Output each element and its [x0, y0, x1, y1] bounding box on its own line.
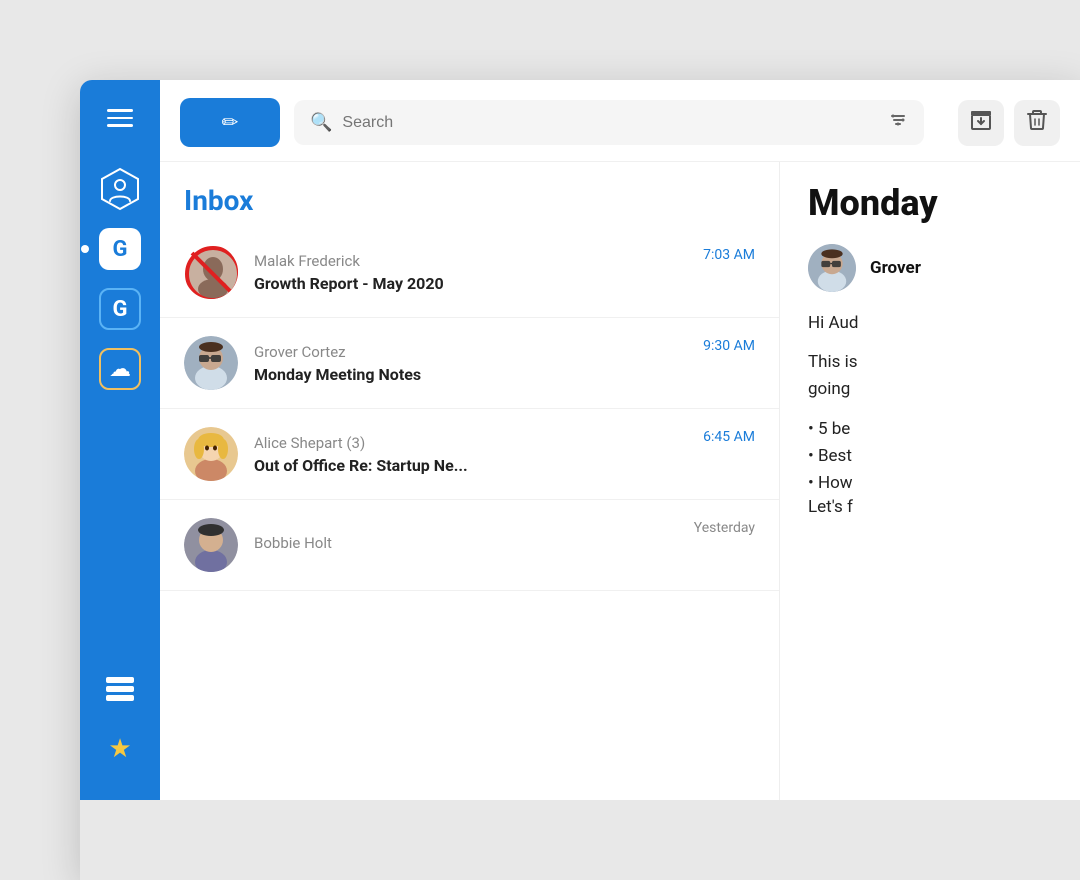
- filter-icon[interactable]: [888, 110, 908, 135]
- email-content-malak: Malak Frederick Growth Report - May 2020: [254, 252, 687, 293]
- email-time-malak: 7:03 AM: [703, 247, 755, 263]
- preview-day-label: Monday: [808, 182, 1052, 224]
- preview-sender-name: Grover: [870, 258, 921, 278]
- preview-bullet-2: Best: [808, 443, 1052, 470]
- alice-avatar-svg: [184, 427, 238, 481]
- preview-panel: Monday Grover: [780, 162, 1080, 800]
- malak-avatar-svg: [184, 245, 238, 299]
- delete-button[interactable]: [1014, 100, 1060, 146]
- grover-avatar-svg: [184, 336, 238, 390]
- search-input[interactable]: [342, 114, 878, 132]
- cloud-icon: ☁: [99, 348, 141, 390]
- compose-button[interactable]: ✏: [180, 98, 280, 147]
- sidebar-item-stack[interactable]: [95, 664, 145, 714]
- preview-avatar: [808, 244, 856, 292]
- sidebar: G G ☁ ★: [80, 80, 160, 800]
- g-solid-icon: G: [99, 228, 141, 270]
- email-time-alice: 6:45 AM: [703, 429, 755, 445]
- compose-icon: ✏: [222, 110, 239, 135]
- email-sender-alice: Alice Shepart (3): [254, 434, 687, 452]
- preview-greeting: Hi Aud: [808, 310, 1052, 337]
- email-list-panel: Inbox: [160, 162, 780, 800]
- sidebar-item-g-outline[interactable]: G: [95, 284, 145, 334]
- bobbie-avatar-svg: [184, 518, 238, 572]
- email-time-grover: 9:30 AM: [703, 338, 755, 354]
- avatar-grover: [184, 336, 238, 390]
- email-time-bobbie: Yesterday: [694, 520, 755, 536]
- layers-icon: [99, 668, 141, 710]
- avatar-alice: [184, 427, 238, 481]
- g-outline-icon: G: [99, 288, 141, 330]
- toolbar-actions: [958, 100, 1060, 146]
- user-hex-icon: [97, 166, 143, 212]
- sidebar-item-favorites[interactable]: ★: [95, 724, 145, 774]
- preview-bullet-1: 5 be: [808, 416, 1052, 443]
- archive-icon: [969, 108, 993, 138]
- email-item-bobbie[interactable]: Bobbie Holt Yesterday: [160, 500, 779, 591]
- email-sender-grover: Grover Cortez: [254, 343, 687, 361]
- archive-button[interactable]: [958, 100, 1004, 146]
- email-subject-alice: Out of Office Re: Startup Ne...: [254, 456, 687, 475]
- hamburger-line-1: [107, 109, 133, 112]
- preview-avatar-svg: [808, 244, 856, 292]
- email-sender-bobbie: Bobbie Holt: [254, 534, 678, 552]
- hamburger-line-3: [107, 124, 133, 127]
- avatar-bobbie: [184, 518, 238, 572]
- preview-body: Hi Aud This is going 5 be Best How: [808, 310, 1052, 497]
- email-list: Malak Frederick Growth Report - May 2020…: [160, 227, 779, 800]
- search-icon: 🔍: [310, 112, 332, 133]
- email-sender-malak: Malak Frederick: [254, 252, 687, 270]
- preview-body-text: This is going: [808, 349, 1052, 403]
- star-icon: ★: [99, 728, 141, 770]
- trash-icon: [1025, 108, 1049, 138]
- email-content-alice: Alice Shepart (3) Out of Office Re: Star…: [254, 434, 687, 475]
- email-content-grover: Grover Cortez Monday Meeting Notes: [254, 343, 687, 384]
- avatar-malak: [184, 245, 238, 299]
- email-item-grover[interactable]: Grover Cortez Monday Meeting Notes 9:30 …: [160, 318, 779, 409]
- sidebar-item-g-solid[interactable]: G: [95, 224, 145, 274]
- preview-sender-row: Grover: [808, 244, 1052, 292]
- email-item-malak[interactable]: Malak Frederick Growth Report - May 2020…: [160, 227, 779, 318]
- preview-bullet-3: How: [808, 470, 1052, 497]
- content-area: Inbox: [160, 162, 1080, 800]
- main-panel: ✏ 🔍: [160, 80, 1080, 800]
- sidebar-item-cloud[interactable]: ☁: [95, 344, 145, 394]
- hamburger-line-2: [107, 117, 133, 120]
- inbox-title: Inbox: [160, 162, 779, 227]
- email-item-alice[interactable]: Alice Shepart (3) Out of Office Re: Star…: [160, 409, 779, 500]
- email-content-bobbie: Bobbie Holt: [254, 534, 678, 556]
- toolbar: ✏ 🔍: [160, 80, 1080, 162]
- search-bar: 🔍: [294, 100, 924, 145]
- email-subject-grover: Monday Meeting Notes: [254, 365, 687, 384]
- hamburger-menu[interactable]: [98, 96, 142, 140]
- preview-bullets: 5 be Best How: [808, 416, 1052, 498]
- preview-closing: Let's f: [808, 497, 1052, 517]
- email-subject-malak: Growth Report - May 2020: [254, 274, 687, 293]
- sidebar-item-user[interactable]: [95, 164, 145, 214]
